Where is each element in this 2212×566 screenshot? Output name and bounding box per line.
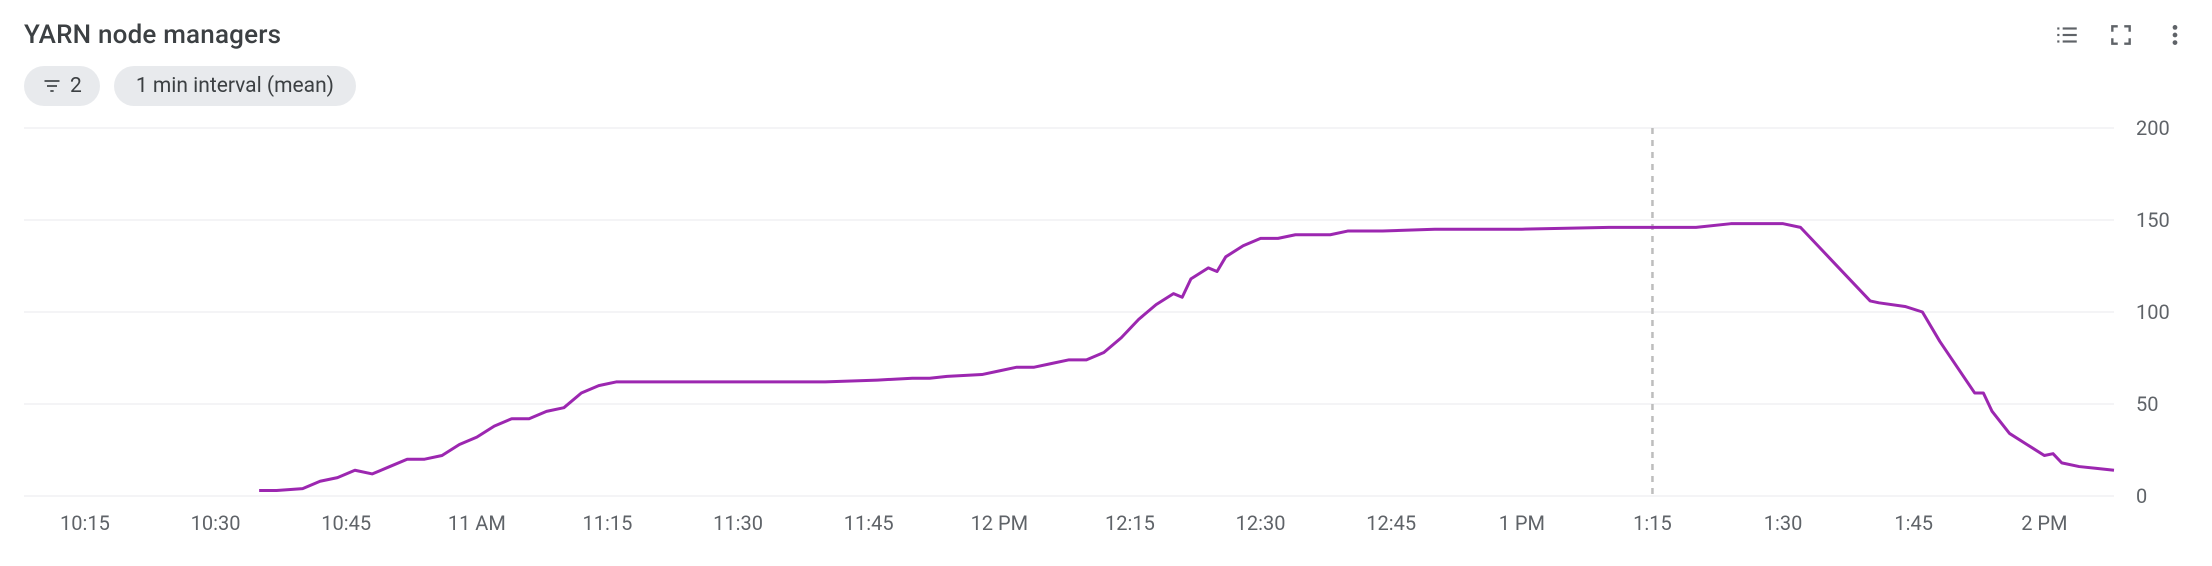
interval-label: 1 min interval (mean) (136, 74, 334, 98)
svg-text:12:45: 12:45 (1366, 511, 1416, 535)
panel-actions (2054, 22, 2188, 48)
svg-text:11:45: 11:45 (844, 511, 894, 535)
svg-text:11:15: 11:15 (583, 511, 633, 535)
chart-area[interactable]: 0 50 100 150 200 10:15 10:30 10:45 11 AM 11:15 11:… (24, 120, 2188, 546)
svg-text:1:45: 1:45 (1894, 511, 1933, 535)
svg-text:50: 50 (2136, 392, 2158, 416)
more-vert-icon[interactable] (2162, 22, 2188, 48)
chips-row: 2 1 min interval (mean) (24, 66, 2188, 106)
filter-icon (42, 76, 62, 96)
svg-text:100: 100 (2136, 300, 2170, 324)
filter-count: 2 (70, 74, 82, 98)
svg-text:0: 0 (2136, 484, 2147, 508)
svg-text:150: 150 (2136, 208, 2170, 232)
svg-text:10:45: 10:45 (321, 511, 371, 535)
legend-icon[interactable] (2054, 22, 2080, 48)
fullscreen-icon[interactable] (2108, 22, 2134, 48)
svg-text:2 PM: 2 PM (2021, 511, 2067, 535)
svg-text:1 PM: 1 PM (1499, 511, 1545, 535)
chart-svg: 0 50 100 150 200 10:15 10:30 10:45 11 AM 11:15 11:… (24, 120, 2188, 546)
svg-text:12:30: 12:30 (1236, 511, 1286, 535)
svg-text:12:15: 12:15 (1105, 511, 1155, 535)
svg-text:11:30: 11:30 (713, 511, 763, 535)
panel-header: YARN node managers (24, 20, 2188, 50)
svg-text:200: 200 (2136, 120, 2170, 140)
svg-text:11 AM: 11 AM (448, 511, 506, 535)
svg-text:1:30: 1:30 (1764, 511, 1803, 535)
svg-text:1:15: 1:15 (1633, 511, 1672, 535)
svg-text:12 PM: 12 PM (971, 511, 1029, 535)
filter-chip[interactable]: 2 (24, 66, 100, 106)
interval-chip[interactable]: 1 min interval (mean) (114, 66, 356, 106)
svg-text:10:15: 10:15 (60, 511, 110, 535)
svg-text:10:30: 10:30 (191, 511, 241, 535)
panel-title: YARN node managers (24, 20, 281, 50)
chart-panel: YARN node managers (0, 0, 2212, 566)
